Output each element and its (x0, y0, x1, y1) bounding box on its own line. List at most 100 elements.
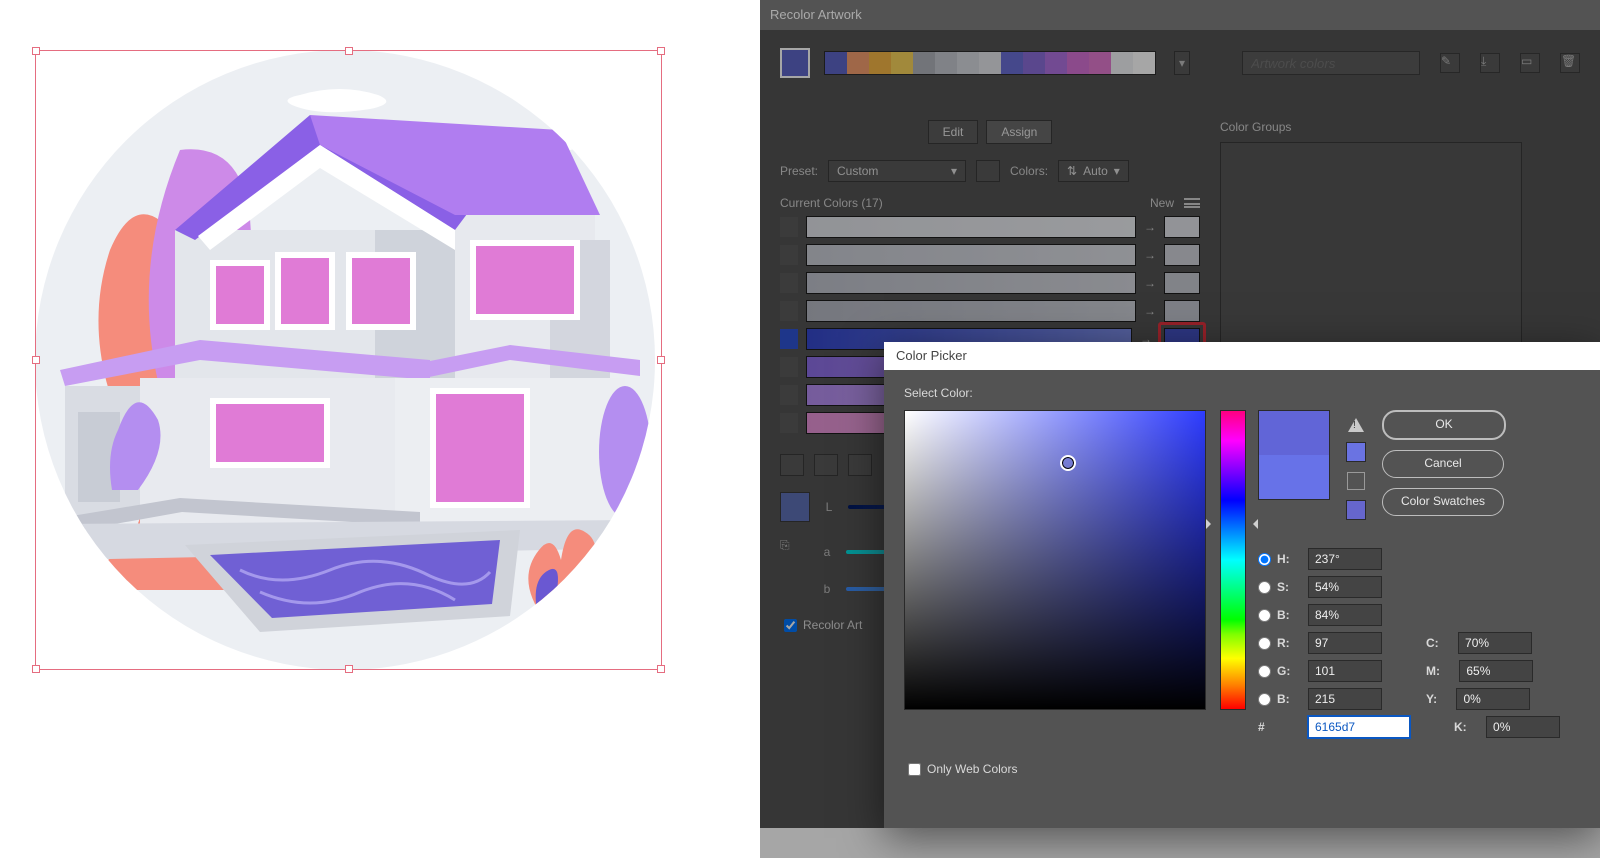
swatch[interactable] (869, 52, 891, 74)
value-Bv[interactable] (1308, 604, 1382, 626)
value-G[interactable] (1308, 660, 1382, 682)
trash-icon[interactable]: 🗑 (1560, 53, 1580, 73)
resize-handle-ml[interactable] (32, 356, 40, 364)
row-new-swatch[interactable] (1164, 216, 1200, 238)
row-indicator (780, 357, 798, 377)
recolor-art-checkbox[interactable]: Recolor Art (780, 618, 862, 632)
row-current-gradient[interactable] (806, 300, 1136, 322)
resize-handle-bm[interactable] (345, 665, 353, 673)
tab-edit[interactable]: Edit (928, 120, 979, 144)
mode-G-radio[interactable] (1258, 665, 1271, 678)
resize-handle-br[interactable] (657, 665, 665, 673)
color-row[interactable]: → (780, 216, 1200, 238)
row-indicator (780, 385, 798, 405)
value-R[interactable] (1308, 632, 1382, 654)
tab-assign[interactable]: Assign (986, 120, 1052, 144)
value-H[interactable] (1308, 548, 1382, 570)
colors-count-select[interactable]: ⇅Auto▾ (1058, 160, 1129, 182)
color-swatches-button[interactable]: Color Swatches (1382, 488, 1504, 516)
save-group-icon[interactable]: ⤓ (1480, 53, 1500, 73)
gamut-swatch[interactable] (1346, 442, 1366, 462)
resize-handle-bl[interactable] (32, 665, 40, 673)
hue-slider[interactable] (1220, 410, 1246, 710)
lab-swatch[interactable] (780, 492, 810, 522)
cancel-button[interactable]: Cancel (1382, 450, 1504, 478)
lab-swatch-link-icon[interactable]: ⎘ (780, 538, 808, 566)
swatch[interactable] (979, 52, 1001, 74)
swatch-dropdown[interactable]: ▾ (1174, 51, 1190, 75)
swatch[interactable] (891, 52, 913, 74)
row-indicator (780, 301, 798, 321)
swatch[interactable] (1133, 52, 1155, 74)
swatch[interactable] (847, 52, 869, 74)
row-current-gradient[interactable] (806, 244, 1136, 266)
value-S[interactable] (1308, 576, 1382, 598)
panel-body: ▾ ✎ ⤓ ▭ 🗑 Edit Assign Preset: Custom▾ Co… (760, 30, 1600, 78)
exclude-icon[interactable] (848, 454, 872, 476)
new-column-label: New (1150, 196, 1174, 210)
color-row[interactable]: → (780, 272, 1200, 294)
ok-button[interactable]: OK (1382, 410, 1506, 440)
preset-options-icon[interactable] (976, 160, 1000, 182)
view-mode-icon-2[interactable] (814, 454, 838, 476)
value-hex[interactable] (1308, 716, 1410, 738)
value-Y[interactable] (1456, 688, 1530, 710)
new-folder-icon[interactable]: ▭ (1520, 53, 1540, 73)
row-new-swatch[interactable] (1164, 244, 1200, 266)
flyout-menu-icon[interactable] (1184, 198, 1200, 208)
resize-handle-mr[interactable] (657, 356, 665, 364)
swatch[interactable] (1023, 52, 1045, 74)
colors-label: Colors: (1010, 164, 1048, 178)
row-current-gradient[interactable] (806, 216, 1136, 238)
color-groups-search[interactable] (1242, 51, 1420, 75)
slider-b-label: b (820, 582, 834, 596)
websafe-swatch[interactable] (1346, 500, 1366, 520)
swatch[interactable] (1045, 52, 1067, 74)
selection-bounds[interactable] (35, 50, 662, 670)
swatch[interactable] (1111, 52, 1133, 74)
out-of-gamut-warning-icon[interactable] (1348, 410, 1364, 432)
eyedropper-icon[interactable]: ✎ (1440, 53, 1460, 73)
swatch[interactable] (1089, 52, 1111, 74)
mode-S-radio[interactable] (1258, 581, 1271, 594)
mode-Bv-radio[interactable] (1258, 609, 1271, 622)
assign-arrow-icon: → (1144, 276, 1156, 290)
swatch[interactable] (957, 52, 979, 74)
mode-H-radio[interactable] (1258, 553, 1271, 566)
row-current-gradient[interactable] (806, 272, 1136, 294)
row-new-swatch[interactable] (1164, 300, 1200, 322)
row-indicator (780, 217, 798, 237)
active-color-swatch[interactable] (780, 48, 810, 78)
color-row[interactable]: → (780, 300, 1200, 322)
row-new-swatch[interactable] (1164, 272, 1200, 294)
row-indicator (780, 245, 798, 265)
preset-select[interactable]: Custom▾ (828, 160, 966, 182)
swatch[interactable] (1001, 52, 1023, 74)
mode-R-radio[interactable] (1258, 637, 1271, 650)
row-indicator (780, 273, 798, 293)
swatch[interactable] (913, 52, 935, 74)
value-C[interactable] (1458, 632, 1532, 654)
swatch[interactable] (935, 52, 957, 74)
value-K[interactable] (1486, 716, 1560, 738)
resize-handle-tr[interactable] (657, 47, 665, 55)
sv-indicator[interactable] (1060, 455, 1076, 471)
swatch[interactable] (1067, 52, 1089, 74)
artwork-swatches[interactable] (824, 51, 1156, 75)
value-M[interactable] (1459, 660, 1533, 682)
preset-label: Preset: (780, 164, 818, 178)
view-mode-icon-1[interactable] (780, 454, 804, 476)
websafe-cube-icon[interactable] (1347, 472, 1365, 490)
value-Bc[interactable] (1308, 688, 1382, 710)
mode-Bc-radio[interactable] (1258, 693, 1271, 706)
resize-handle-tl[interactable] (32, 47, 40, 55)
color-row[interactable]: → (780, 244, 1200, 266)
slider-a-label: a (820, 545, 834, 559)
artboard (0, 0, 760, 828)
saturation-value-field[interactable] (904, 410, 1206, 710)
only-web-colors-checkbox[interactable]: Only Web Colors (904, 762, 1017, 776)
color-preview (1258, 410, 1330, 500)
color-groups-label: Color Groups (1220, 120, 1520, 134)
swatch[interactable] (825, 52, 847, 74)
resize-handle-tm[interactable] (345, 47, 353, 55)
